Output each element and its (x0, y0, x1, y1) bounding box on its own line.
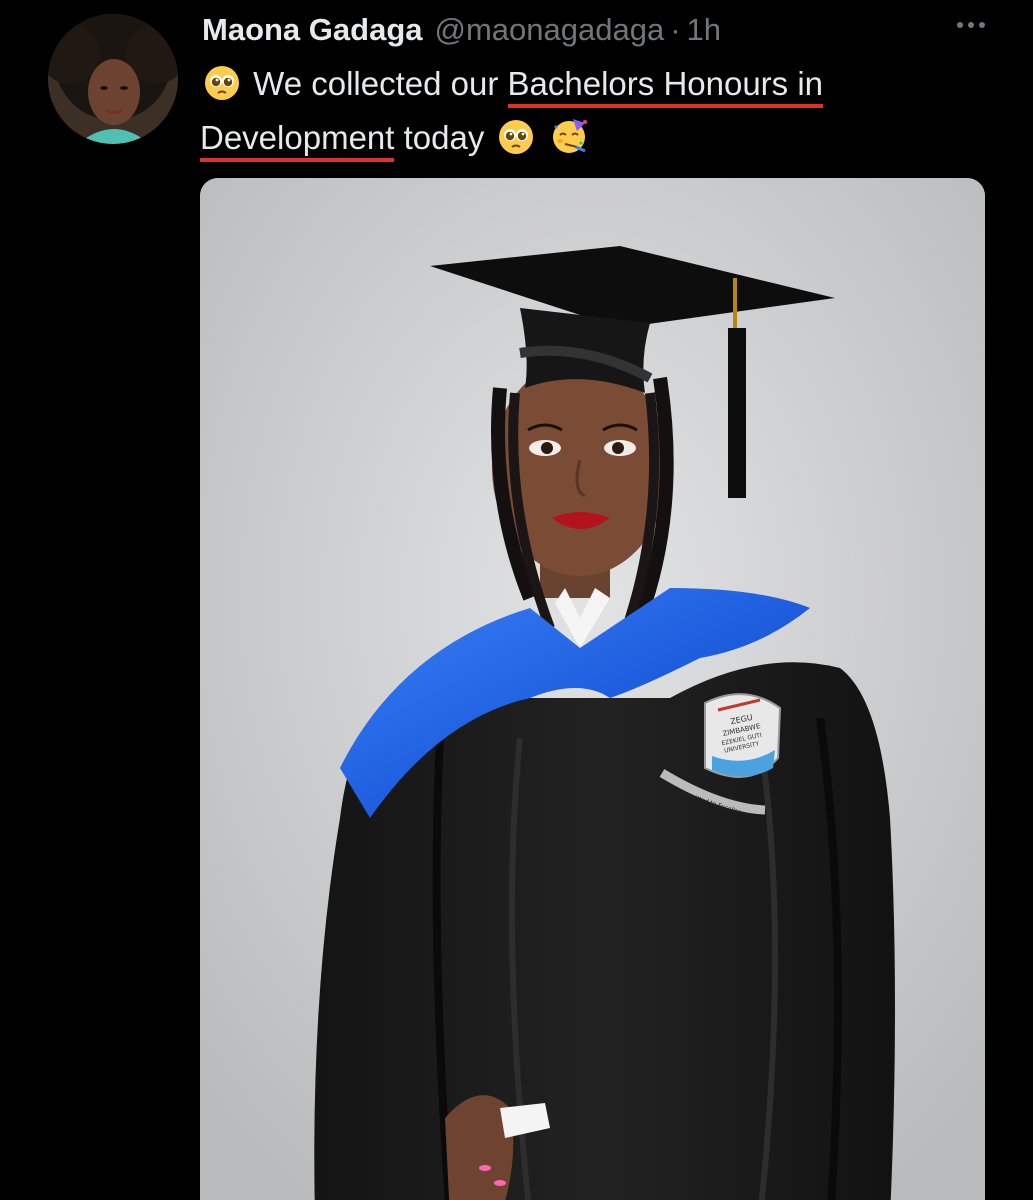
pleading-face-icon (498, 119, 534, 168)
graduation-photo: ZEGU ZIMBABWE EZEKIEL GUTI UNIVERSITY Co… (200, 178, 985, 1200)
more-options-icon[interactable] (957, 22, 985, 28)
underlined-text-2: Development (200, 119, 395, 162)
pleading-face-icon (204, 65, 240, 114)
display-name[interactable]: Maona Gadaga (202, 12, 423, 48)
tweet-media-photo[interactable]: ZEGU ZIMBABWE EZEKIEL GUTI UNIVERSITY Co… (200, 178, 985, 1200)
tweet-header: Maona Gadaga @maonagadaga · 1h (202, 12, 993, 56)
tweet-text: We collected our Bachelors Honours in De… (200, 60, 960, 168)
underlined-text-1: Bachelors Honours in (507, 65, 824, 108)
avatar-image (48, 14, 178, 144)
tweet-card[interactable]: Maona Gadaga @maonagadaga · 1h We collec… (0, 0, 1033, 1200)
user-handle[interactable]: @maonagadaga (435, 12, 665, 48)
timestamp[interactable]: 1h (687, 12, 721, 48)
partying-face-icon (551, 117, 589, 168)
text-part-1: We collected our (253, 65, 508, 102)
text-part-2: today (394, 119, 485, 156)
avatar[interactable] (48, 14, 178, 144)
header-separator: · (670, 12, 681, 47)
